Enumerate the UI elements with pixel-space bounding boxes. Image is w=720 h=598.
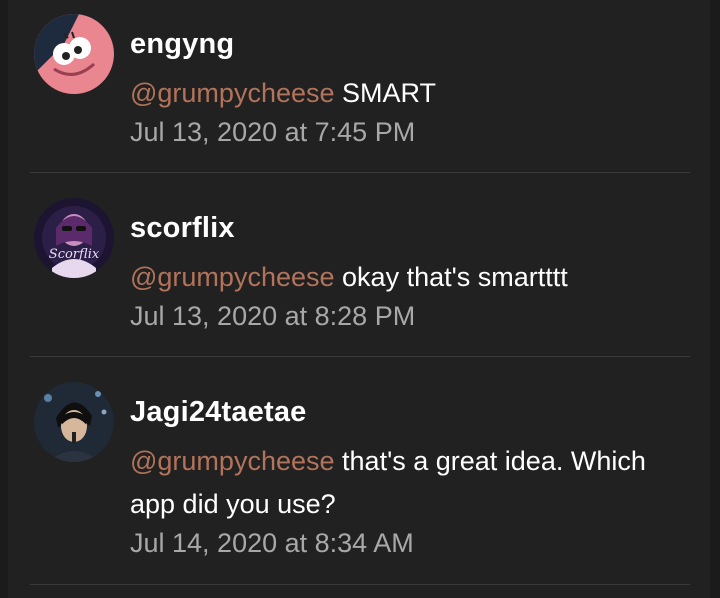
comment-username[interactable]: scorflix: [130, 212, 235, 245]
comment-timestamp: Jul 14, 2020 at 8:34 AM: [130, 528, 414, 558]
divider: [30, 172, 690, 173]
mention-link[interactable]: @grumpycheese: [130, 446, 335, 476]
avatar[interactable]: Scorflix: [34, 198, 114, 278]
person-photo-avatar-icon: [34, 382, 114, 462]
comment-timestamp: Jul 13, 2020 at 7:45 PM: [130, 117, 416, 147]
mention-link[interactable]: @grumpycheese: [130, 262, 335, 292]
divider: [30, 584, 690, 585]
scorflix-avatar-icon: Scorflix: [34, 198, 114, 278]
svg-text:Scorflix: Scorflix: [49, 247, 100, 262]
patrick-star-avatar-icon: [34, 14, 114, 94]
avatar[interactable]: [34, 382, 114, 462]
comment-username[interactable]: engyng: [130, 28, 234, 61]
avatar[interactable]: [34, 14, 114, 94]
comment-body: okay that's smartttt: [342, 262, 568, 292]
comment-text: @grumpycheese SMART: [130, 72, 690, 115]
comment-body: SMART: [342, 78, 437, 108]
comment-text: @grumpycheese that's a great idea. Which…: [130, 440, 690, 526]
divider: [30, 356, 690, 357]
comment-text: @grumpycheese okay that's smartttt: [130, 256, 690, 299]
comment-timestamp: Jul 13, 2020 at 8:28 PM: [130, 301, 416, 331]
mention-link[interactable]: @grumpycheese: [130, 78, 335, 108]
comment-username[interactable]: Jagi24taetae: [130, 396, 307, 429]
